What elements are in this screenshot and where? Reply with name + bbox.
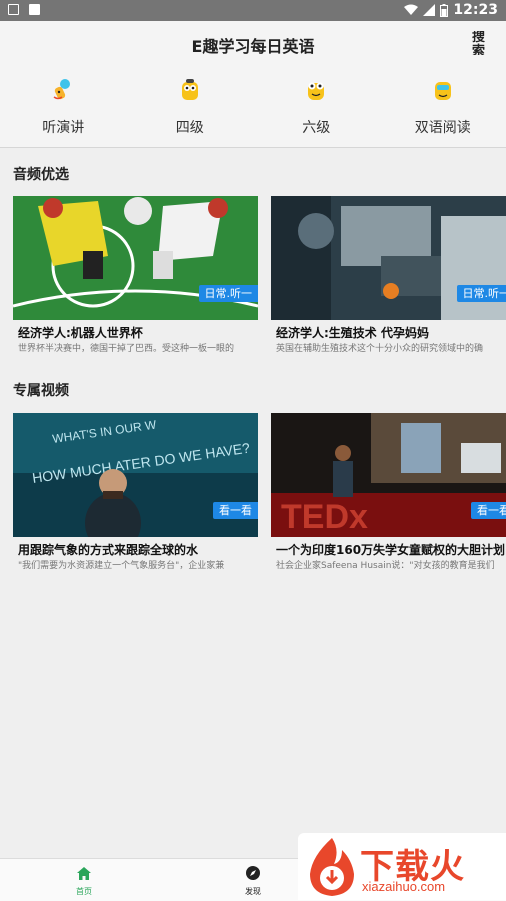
mascot-icon (177, 77, 203, 103)
card-title: 用跟踪气象的方式来跟踪全球的水 (18, 541, 258, 558)
mascot-icon (430, 77, 456, 103)
video-card[interactable]: WHAT'S IN OUR W HOW MUCH ATER DO WE HAVE… (13, 413, 258, 573)
card-title: 经济学人:生殖技术 代孕妈妈 (276, 324, 506, 341)
card-title: 经济学人:机器人世界杯 (18, 324, 258, 341)
app-header: E趣学习每日英语 搜索 (0, 21, 506, 66)
status-time: 12:23 (453, 2, 498, 18)
tab-home[interactable]: 首页 (64, 865, 104, 897)
card-description: 世界杯半决赛中，德国干掉了巴西。受这种一板一眼的 (18, 341, 258, 354)
tab-label: 首页 (64, 886, 104, 897)
signal-icon (423, 4, 435, 16)
watermark-url: xiazaihuo.com (362, 879, 445, 894)
quick-nav-cet6[interactable]: 六级 (253, 65, 380, 147)
watermark-logo: 下载火 xiazaihuo.com (298, 833, 506, 900)
quick-nav-label: 四级 (176, 117, 204, 137)
category-badge: 看一看 (213, 502, 258, 519)
tab-discover[interactable]: 发现 (233, 865, 273, 897)
category-badge: 日常.听一 (457, 285, 506, 302)
compass-icon (246, 866, 260, 880)
app-title: E趣学习每日英语 (0, 33, 506, 57)
tab-label: 发现 (233, 886, 273, 897)
battery-icon (440, 4, 448, 17)
audio-section-title: 音频优选 (13, 164, 69, 184)
quick-nav-speech[interactable]: 听演讲 (0, 65, 127, 147)
quick-nav: 听演讲 四级 六级 双语阅读 (0, 65, 506, 148)
card-description: 英国在辅助生殖技术这个十分小众的研究领域中的确 (276, 341, 506, 354)
category-badge: 看一看 (471, 502, 506, 519)
video-section-title: 专属视频 (13, 380, 69, 400)
card-title: 一个为印度160万失学女童赋权的大胆计划 (276, 541, 506, 558)
card-description: "我们需要为水资源建立一个气象服务台"，企业家兼 (18, 558, 258, 571)
quick-nav-label: 双语阅读 (415, 117, 471, 137)
audio-card[interactable]: 日常.听一 经济学人:生殖技术 代孕妈妈 英国在辅助生殖技术这个十分小众的研究领… (271, 196, 506, 356)
audio-card[interactable]: 日常.听一 经济学人:机器人世界杯 世界杯半决赛中，德国干掉了巴西。受这种一板一… (13, 196, 258, 356)
quick-nav-label: 听演讲 (42, 117, 84, 137)
card-description: 社会企业家Safeena Husain说："对女孩的教育是我们 (276, 558, 506, 571)
mascot-icon (303, 77, 329, 103)
flame-logo-icon (302, 836, 362, 898)
image-notification-icon (29, 4, 40, 15)
search-button[interactable]: 搜索 (472, 31, 488, 55)
status-bar: 12:23 (0, 0, 506, 21)
notification-icon (8, 4, 19, 15)
home-icon (77, 867, 91, 880)
svg-text:TEDx: TEDx (281, 498, 368, 536)
wifi-icon (404, 4, 418, 16)
category-badge: 日常.听一 (199, 285, 259, 302)
quick-nav-bilingual-reading[interactable]: 双语阅读 (380, 65, 506, 147)
video-card[interactable]: TEDx 看一看 一个为印度160万失学女童赋权的大胆计划 社会企业家Safee… (271, 413, 506, 573)
quick-nav-label: 六级 (302, 117, 330, 137)
microphone-icon (50, 77, 76, 103)
quick-nav-cet4[interactable]: 四级 (127, 65, 254, 147)
